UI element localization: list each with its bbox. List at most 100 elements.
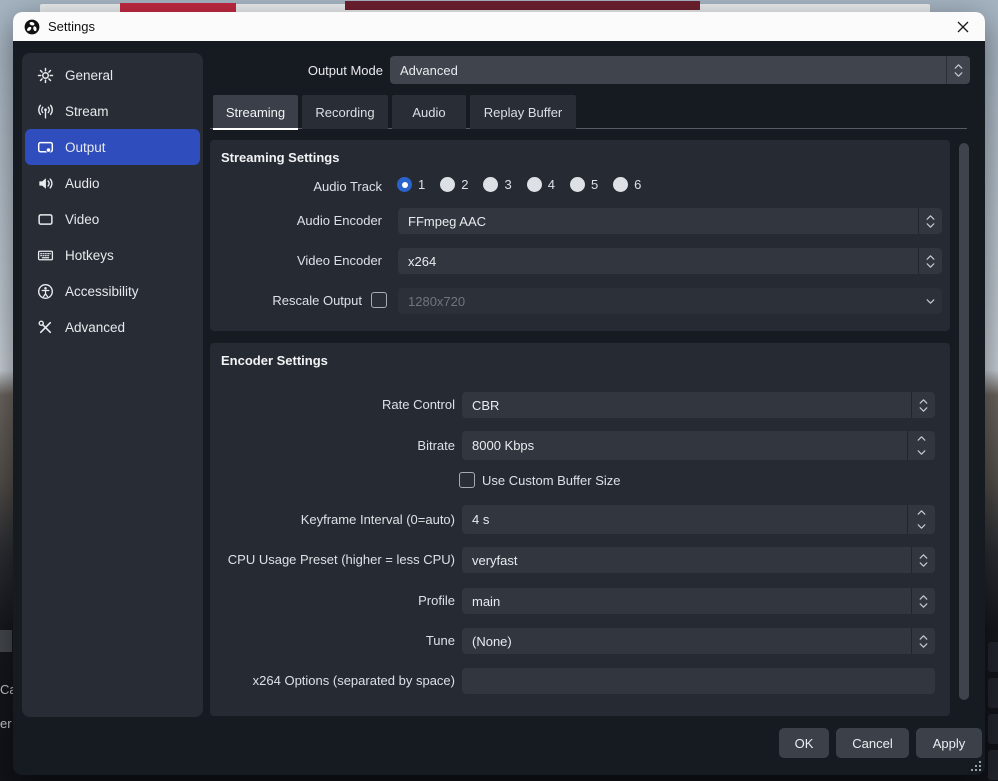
chevron-down-icon [917,524,926,529]
bitrate-spinbox[interactable]: 8000 Kbps [462,431,935,460]
chevron-up-icon [926,255,935,260]
chevron-up-icon [919,635,928,640]
tab-audio[interactable]: Audio [392,95,466,129]
tune-label: Tune [210,633,455,648]
tune-spinner[interactable] [911,628,935,654]
chevron-down-icon [917,450,926,455]
radio[interactable] [440,177,455,192]
sidebar-item-hotkeys[interactable]: Hotkeys [25,237,200,273]
chevron-up-icon [954,64,963,69]
sidebar-item-stream[interactable]: Stream [25,93,200,129]
obs-logo-icon [24,19,40,35]
audio-track-option[interactable]: 2 [440,177,468,192]
x264-options-input[interactable] [462,668,935,694]
close-icon [957,21,969,33]
bitrate-spinner[interactable] [907,431,935,460]
streaming-settings-panel: Streaming Settings Audio Track 1 2 3 4 5… [210,140,950,331]
audio-track-label: Audio Track [210,179,382,194]
radio[interactable] [570,177,585,192]
background-right-block [988,714,998,744]
audio-track-option[interactable]: 4 [527,177,555,192]
chevron-down-icon [954,72,963,77]
sidebar-item-label: Advanced [65,320,125,335]
tab-streaming[interactable]: Streaming [213,95,298,129]
radio[interactable] [527,177,542,192]
chevron-down-icon [926,223,935,228]
radio-selected[interactable] [397,177,412,192]
tune-select[interactable]: (None) [462,628,935,654]
custom-buffer-row[interactable]: Use Custom Buffer Size [459,472,620,488]
sidebar: General Stream Output [22,53,203,717]
cpu-preset-spinner[interactable] [911,547,935,573]
chevron-up-icon [926,215,935,220]
monitor-icon [37,211,54,228]
radio[interactable] [483,177,498,192]
rate-control-label: Rate Control [210,397,455,412]
keyframe-interval-spinbox[interactable]: 4 s [462,505,935,534]
chevron-down-icon [919,562,928,567]
tab-recording[interactable]: Recording [302,95,388,129]
audio-track-option[interactable]: 6 [613,177,641,192]
audio-encoder-spinner[interactable] [918,208,942,234]
chevron-up-icon [919,399,928,404]
resize-grip[interactable] [971,761,981,771]
background-red-strip [120,3,236,12]
rescale-output-checkbox[interactable] [371,292,387,308]
keyframe-spinner[interactable] [907,505,935,534]
chevron-down-icon [926,263,935,268]
apply-button[interactable]: Apply [916,728,982,758]
accessibility-icon [37,283,54,300]
chevron-down-icon [919,407,928,412]
background-left-block [0,630,12,652]
output-mode-spinner[interactable] [946,56,970,84]
settings-body: General Stream Output [13,41,985,775]
audio-track-option[interactable]: 1 [397,177,425,192]
rate-control-spinner[interactable] [911,392,935,418]
sidebar-item-audio[interactable]: Audio [25,165,200,201]
scrollbar-thumb[interactable] [959,143,969,700]
speaker-icon [37,175,54,192]
background-maroon-strip [345,1,700,10]
sidebar-item-output[interactable]: Output [25,129,200,165]
custom-buffer-checkbox[interactable] [459,472,475,488]
sidebar-item-advanced[interactable]: Advanced [25,309,200,345]
background-right-block [988,750,998,780]
output-mode-label: Output Mode [163,56,383,84]
bitrate-label: Bitrate [210,438,455,453]
tools-icon [37,319,54,336]
ok-button[interactable]: OK [779,728,829,758]
scrollbar-track[interactable] [957,140,971,758]
audio-encoder-label: Audio Encoder [210,213,382,228]
audio-encoder-select[interactable]: FFmpeg AAC [398,208,942,234]
window-title: Settings [48,19,95,34]
sidebar-item-accessibility[interactable]: Accessibility [25,273,200,309]
x264-options-label: x264 Options (separated by space) [210,673,455,688]
rescale-resolution-select[interactable]: 1280x720 [398,288,942,314]
output-mode-select[interactable]: Advanced [390,56,970,84]
rescale-dropdown-arrow[interactable] [918,288,942,314]
close-button[interactable] [952,16,974,38]
rescale-output-label: Rescale Output [210,293,362,308]
profile-select[interactable]: main [462,588,935,614]
video-encoder-spinner[interactable] [918,248,942,274]
video-encoder-select[interactable]: x264 [398,248,942,274]
sidebar-item-label: Audio [65,176,100,191]
audio-track-option[interactable]: 5 [570,177,598,192]
rate-control-select[interactable]: CBR [462,392,935,418]
chevron-up-icon [919,595,928,600]
sidebar-item-label: Hotkeys [65,248,114,263]
keyframe-interval-label: Keyframe Interval (0=auto) [210,512,455,527]
video-encoder-label: Video Encoder [210,253,382,268]
cancel-button[interactable]: Cancel [836,728,909,758]
audio-track-radio-group: 1 2 3 4 5 6 [397,177,656,192]
profile-spinner[interactable] [911,588,935,614]
audio-track-option[interactable]: 3 [483,177,511,192]
gear-icon [37,67,54,84]
antenna-icon [37,103,54,120]
sidebar-item-video[interactable]: Video [25,201,200,237]
tab-replay-buffer[interactable]: Replay Buffer [470,95,576,129]
cpu-usage-preset-select[interactable]: veryfast [462,547,935,573]
background-right-block [988,642,998,672]
settings-window: Settings General [13,12,985,775]
radio[interactable] [613,177,628,192]
